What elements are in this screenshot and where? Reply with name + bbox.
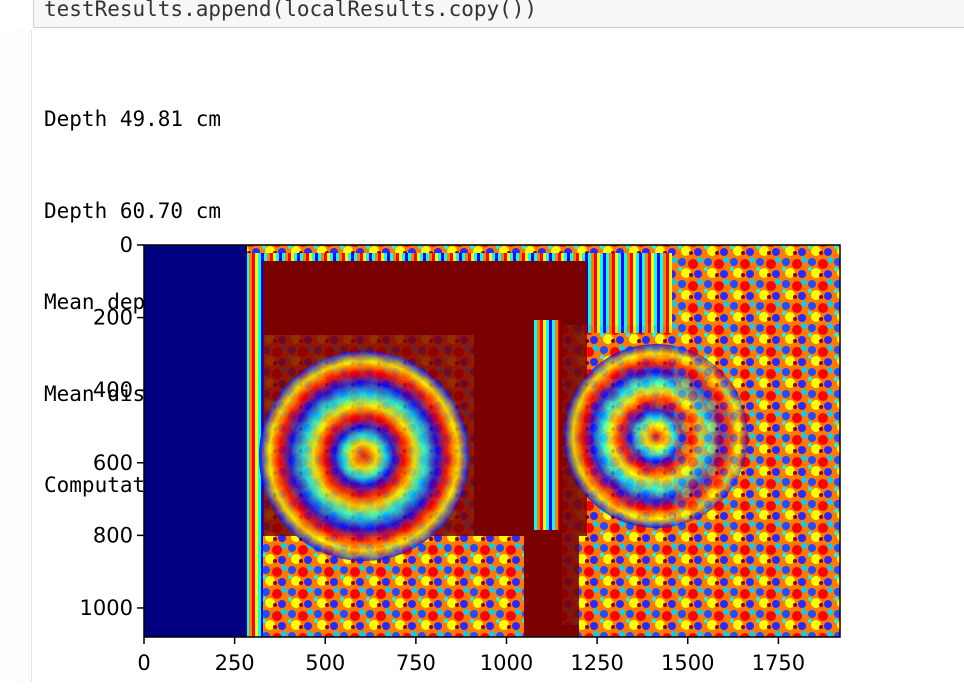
y-tick-label: 1000 — [80, 596, 133, 620]
x-tick-label: 500 — [305, 651, 345, 675]
output-line-depth-1: Depth 49.81 cm — [44, 107, 222, 131]
x-tick-label: 0 — [137, 651, 150, 675]
x-tick-label: 1500 — [661, 651, 714, 675]
disparity-heatmap-plot: 0 200 400 600 800 1000 0 250 500 750 1000 1250 1500… — [54, 233, 874, 691]
x-axis: 0 250 500 750 1000 1250 1500 1750 — [137, 637, 805, 675]
y-tick-label: 800 — [93, 523, 133, 547]
x-tick-label: 250 — [215, 651, 255, 675]
y-tick-label: 600 — [93, 451, 133, 475]
y-tick-label: 400 — [93, 378, 133, 402]
heatmap-image — [144, 245, 840, 637]
heatmap-svg: 0 200 400 600 800 1000 0 250 500 750 1000 1250 1500… — [80, 233, 841, 675]
y-axis: 0 200 400 600 800 1000 — [80, 233, 144, 620]
output-area: Depth 49.81 cm Depth 60.70 cm Mean depth… — [0, 30, 964, 682]
output-prompt-gutter[interactable] — [0, 30, 32, 682]
code-line[interactable]: testResults.append(localResults.copy()) — [44, 0, 537, 21]
y-tick-label: 200 — [93, 306, 133, 330]
x-tick-label: 1750 — [752, 651, 805, 675]
x-tick-label: 750 — [396, 651, 436, 675]
code-cell[interactable]: testResults.append(localResults.copy()) — [33, 0, 964, 28]
output-line-depth-2: Depth 60.70 cm — [44, 198, 222, 223]
x-tick-label: 1000 — [480, 651, 533, 675]
y-tick-label: 0 — [120, 235, 133, 257]
x-tick-label: 1250 — [570, 651, 623, 675]
